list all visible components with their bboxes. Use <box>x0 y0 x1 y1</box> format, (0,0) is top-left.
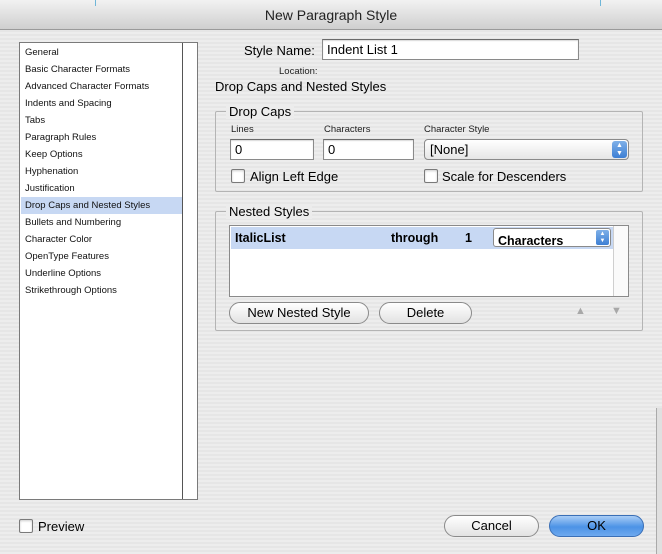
sidebar-item-indents-and-spacing[interactable]: Indents and Spacing <box>21 95 182 112</box>
char-style-popup[interactable]: [None] ▲ ▼ <box>424 139 629 160</box>
popup-arrows-icon: ▲ ▼ <box>596 230 609 245</box>
title-bar: New Paragraph Style <box>0 0 662 30</box>
nested-unit-value: Characters <box>498 234 564 248</box>
char-style-value: [None] <box>430 142 469 157</box>
scale-descenders-checkbox[interactable] <box>424 169 438 183</box>
nested-table-scrollbar[interactable] <box>613 226 628 296</box>
align-left-edge-label: Align Left Edge <box>250 169 339 184</box>
sidebar-item-opentype-features[interactable]: OpenType Features <box>21 248 182 265</box>
move-up-icon[interactable]: ▲ <box>575 305 586 317</box>
characters-input[interactable] <box>323 139 414 160</box>
scale-descenders-label: Scale for Descenders <box>442 169 567 184</box>
title-tick <box>600 0 601 6</box>
category-list[interactable]: General Basic Character Formats Advanced C… <box>19 42 198 500</box>
sidebar-item-hyphenation[interactable]: Hyphenation <box>21 163 182 180</box>
delete-button[interactable]: Delete <box>379 302 472 324</box>
sidebar-item-character-color[interactable]: Character Color <box>21 231 182 248</box>
new-nested-style-button[interactable]: New Nested Style <box>229 302 369 324</box>
nested-count[interactable]: 1 <box>465 231 472 245</box>
preview-checkbox[interactable] <box>19 519 33 533</box>
sidebar-item-bullets-and-numbering[interactable]: Bullets and Numbering <box>21 214 182 231</box>
style-name-label: Style Name: <box>244 43 315 58</box>
sidebar-item-paragraph-rules[interactable]: Paragraph Rules <box>21 129 182 146</box>
window-title: New Paragraph Style <box>264 7 398 23</box>
nested-through[interactable]: through <box>391 231 438 245</box>
move-down-icon[interactable]: ▼ <box>611 305 622 317</box>
sidebar-item-justification[interactable]: Justification <box>21 180 182 197</box>
background-window-edge <box>656 408 662 554</box>
sidebar-item-strikethrough-options[interactable]: Strikethrough Options <box>21 282 182 299</box>
sidebar-item-underline-options[interactable]: Underline Options <box>21 265 182 282</box>
sidebar-item-keep-options[interactable]: Keep Options <box>21 146 182 163</box>
category-list-scrollbar[interactable] <box>182 43 197 499</box>
sidebar-item-drop-caps-and-nested-styles[interactable]: Drop Caps and Nested Styles <box>21 197 182 214</box>
section-heading: Drop Caps and Nested Styles <box>215 79 387 94</box>
cancel-button[interactable]: Cancel <box>444 515 539 537</box>
sidebar-item-tabs[interactable]: Tabs <box>21 112 182 129</box>
drop-caps-title: Drop Caps <box>226 104 295 119</box>
sidebar-item-basic-character-formats[interactable]: Basic Character Formats <box>21 61 182 78</box>
lines-label: Lines <box>231 124 254 135</box>
char-style-label: Character Style <box>424 124 490 135</box>
nested-styles-table[interactable]: ItalicList through 1 Characters ▲ ▼ <box>229 225 629 297</box>
location-label: Location: <box>279 66 318 77</box>
title-tick <box>95 0 96 6</box>
nested-styles-title: Nested Styles <box>226 204 313 219</box>
lines-input[interactable] <box>230 139 314 160</box>
style-name-input[interactable] <box>322 39 579 60</box>
preview-label: Preview <box>38 519 85 534</box>
nested-style-name[interactable]: ItalicList <box>235 231 286 245</box>
popup-arrows-icon: ▲ ▼ <box>612 141 627 158</box>
ok-button[interactable]: OK <box>549 515 644 537</box>
sidebar-item-general[interactable]: General <box>21 44 182 61</box>
characters-label: Characters <box>324 124 371 135</box>
align-left-edge-checkbox[interactable] <box>231 169 245 183</box>
nested-unit-popup[interactable]: Characters ▲ ▼ <box>493 228 611 248</box>
sidebar-item-advanced-character-formats[interactable]: Advanced Character Formats <box>21 78 182 95</box>
table-row[interactable]: ItalicList through 1 Characters ▲ ▼ <box>231 227 613 249</box>
